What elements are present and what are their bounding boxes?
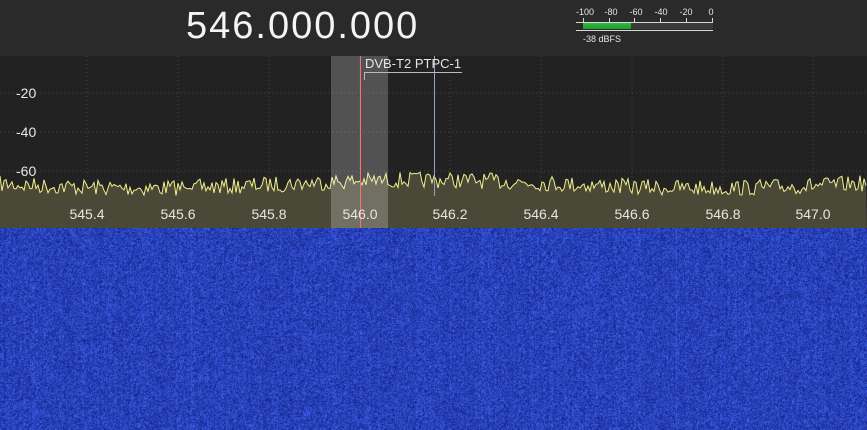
- db-label: -40: [16, 124, 37, 140]
- meter-bottom-line: [576, 30, 713, 31]
- bookmark-tick: [364, 72, 365, 80]
- db-label: -20: [16, 85, 37, 101]
- freq-label: 546.0: [342, 206, 378, 222]
- meter-scale-label: -20: [679, 7, 693, 17]
- frequency-display[interactable]: 546.000.000: [186, 2, 446, 52]
- meter-readout: -38 dBFS: [583, 34, 622, 44]
- bookmark-label[interactable]: DVB-T2 PTPC-1: [364, 56, 463, 73]
- tuned-frequency-line[interactable]: [360, 56, 361, 228]
- meter-scale-label: -60: [629, 7, 643, 17]
- meter-tick: [634, 18, 635, 22]
- meter-tick: [583, 18, 584, 22]
- meter-tick: [609, 18, 610, 22]
- freq-label: 546.6: [614, 206, 650, 222]
- freq-label: 546.2: [432, 206, 468, 222]
- meter-scale-label: -80: [604, 7, 618, 17]
- spectrum-plot[interactable]: -20 -40 -60 DVB-T2 PTPC-1 545.4 545.6 54…: [0, 56, 867, 228]
- meter-tick: [712, 18, 713, 22]
- freq-label: 546.8: [705, 206, 741, 222]
- meter-level-fill: [583, 23, 631, 29]
- freq-label: 545.6: [160, 206, 196, 222]
- meter-tick: [686, 18, 687, 22]
- meter-scale-label: 0: [708, 7, 714, 17]
- meter-scale-label: -40: [654, 7, 668, 17]
- top-bar: 546.000.000 -100 -80 -60 -40 -20 0 -38 d…: [0, 0, 867, 56]
- db-label: -60: [16, 163, 37, 179]
- frequency-marker-line: [434, 56, 435, 196]
- meter-tick: [660, 18, 661, 22]
- waterfall-display[interactable]: [0, 228, 867, 430]
- meter-scale-label: -100: [575, 7, 595, 17]
- freq-label: 546.4: [523, 206, 559, 222]
- freq-label: 545.4: [69, 206, 105, 222]
- freq-label: 545.8: [251, 206, 287, 222]
- freq-label: 547.0: [795, 206, 831, 222]
- signal-level-meter: -100 -80 -60 -40 -20 0 -38 dBFS: [574, 7, 714, 47]
